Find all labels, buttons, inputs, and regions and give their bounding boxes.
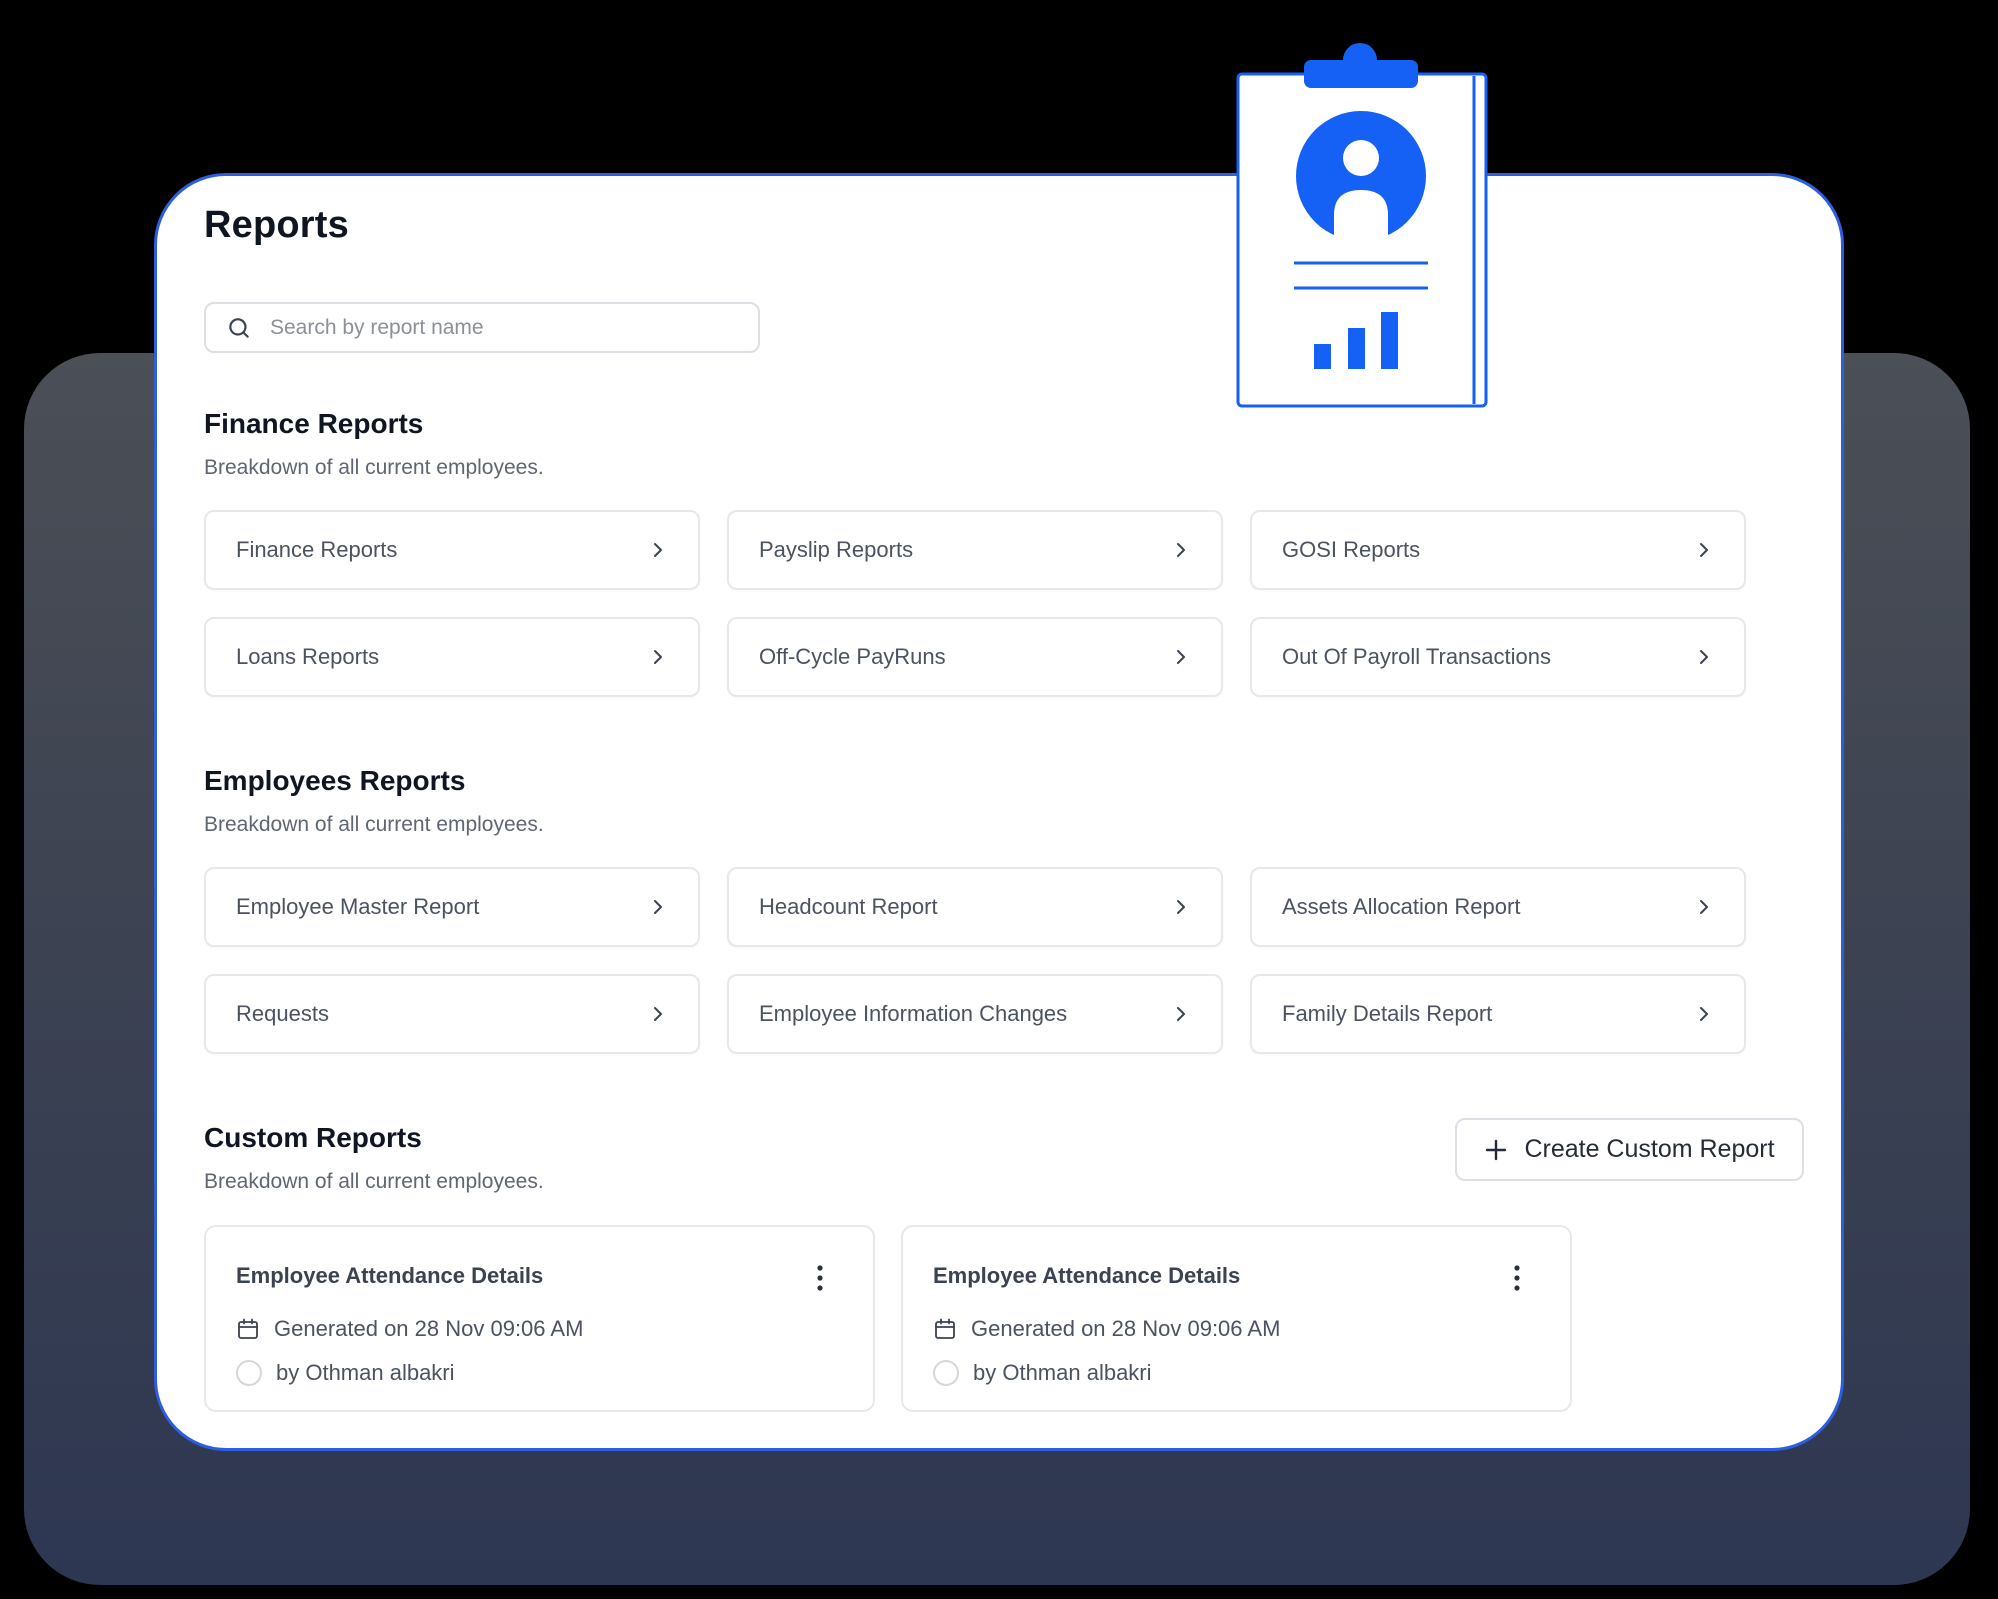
chevron-right-icon: [1700, 900, 1708, 914]
custom-report-card[interactable]: Employee Attendance Details Generated on…: [901, 1225, 1572, 1412]
report-card-family-details-report[interactable]: Family Details Report: [1250, 974, 1746, 1054]
report-card-headcount-report[interactable]: Headcount Report: [727, 867, 1223, 947]
report-card-off-cycle-payruns[interactable]: Off-Cycle PayRuns: [727, 617, 1223, 697]
calendar-icon: [935, 1318, 955, 1339]
custom-section-title: Custom Reports: [204, 1122, 422, 1153]
avatar: [236, 1360, 262, 1386]
report-card-gosi-reports[interactable]: GOSI Reports: [1250, 510, 1746, 590]
report-card-label: Out Of Payroll Transactions: [1282, 644, 1551, 669]
report-card-finance-reports[interactable]: Finance Reports: [204, 510, 700, 590]
report-card-assets-allocation-report[interactable]: Assets Allocation Report: [1250, 867, 1746, 947]
chevron-right-icon: [1700, 650, 1708, 664]
page-title: Reports: [204, 204, 349, 246]
report-card-payslip-reports[interactable]: Payslip Reports: [727, 510, 1223, 590]
author-text: by Othman albakri: [276, 1360, 455, 1385]
report-card-label: Family Details Report: [1282, 1001, 1493, 1026]
generated-row: Generated on 28 Nov 09:06 AM: [933, 1316, 1280, 1342]
chevron-right-icon: [654, 543, 662, 557]
employees-section-title: Employees Reports: [204, 765, 466, 796]
search-input[interactable]: [270, 315, 730, 340]
report-card-employee-information-changes[interactable]: Employee Information Changes: [727, 974, 1223, 1054]
author-row: by Othman albakri: [933, 1360, 1152, 1386]
report-card-loans-reports[interactable]: Loans Reports: [204, 617, 700, 697]
calendar-icon: [238, 1318, 258, 1339]
report-card-requests[interactable]: Requests: [204, 974, 700, 1054]
report-card-label: Assets Allocation Report: [1282, 894, 1521, 919]
report-card-label: Employee Information Changes: [759, 1001, 1068, 1026]
generated-text: Generated on 28 Nov 09:06 AM: [274, 1316, 584, 1341]
custom-report-title: Employee Attendance Details: [933, 1263, 1241, 1288]
author-row: by Othman albakri: [236, 1360, 455, 1386]
report-card-out-of-payroll-transactions[interactable]: Out Of Payroll Transactions: [1250, 617, 1746, 697]
custom-section-subtitle: Breakdown of all current employees.: [204, 1170, 544, 1193]
chevron-right-icon: [1700, 1007, 1708, 1021]
chevron-right-icon: [654, 900, 662, 914]
more-vertical-icon[interactable]: [1510, 1263, 1524, 1293]
report-card-label: Employee Master Report: [236, 894, 480, 919]
search-field[interactable]: [204, 302, 760, 353]
create-custom-report-button[interactable]: Create Custom Report: [1455, 1118, 1804, 1181]
report-card-label: Off-Cycle PayRuns: [759, 644, 946, 669]
report-card-label: Finance Reports: [236, 537, 398, 562]
report-card-label: Payslip Reports: [759, 537, 914, 562]
clipboard-report-icon: [1236, 43, 1488, 408]
report-card-label: Requests: [236, 1001, 329, 1026]
report-card-label: Headcount Report: [759, 894, 938, 919]
chevron-right-icon: [1177, 1007, 1185, 1021]
chevron-right-icon: [1177, 900, 1185, 914]
generated-row: Generated on 28 Nov 09:06 AM: [236, 1316, 583, 1342]
more-vertical-icon[interactable]: [813, 1263, 827, 1293]
generated-text: Generated on 28 Nov 09:06 AM: [971, 1316, 1281, 1341]
avatar: [933, 1360, 959, 1386]
chevron-right-icon: [1700, 543, 1708, 557]
chevron-right-icon: [654, 650, 662, 664]
finance-section-title: Finance Reports: [204, 408, 424, 439]
report-card-label: Loans Reports: [236, 644, 380, 669]
custom-report-card[interactable]: Employee Attendance Details Generated on…: [204, 1225, 875, 1412]
custom-report-title: Employee Attendance Details: [236, 1263, 544, 1288]
create-custom-report-label: Create Custom Report: [1524, 1135, 1775, 1163]
finance-section-subtitle: Breakdown of all current employees.: [204, 456, 544, 479]
report-card-label: GOSI Reports: [1282, 537, 1421, 562]
plus-icon: [1486, 1139, 1507, 1160]
report-card-employee-master-report[interactable]: Employee Master Report: [204, 867, 700, 947]
author-text: by Othman albakri: [973, 1360, 1152, 1385]
search-icon: [229, 317, 249, 338]
chevron-right-icon: [1177, 543, 1185, 557]
chevron-right-icon: [654, 1007, 662, 1021]
employees-section-subtitle: Breakdown of all current employees.: [204, 813, 544, 836]
chevron-right-icon: [1177, 650, 1185, 664]
